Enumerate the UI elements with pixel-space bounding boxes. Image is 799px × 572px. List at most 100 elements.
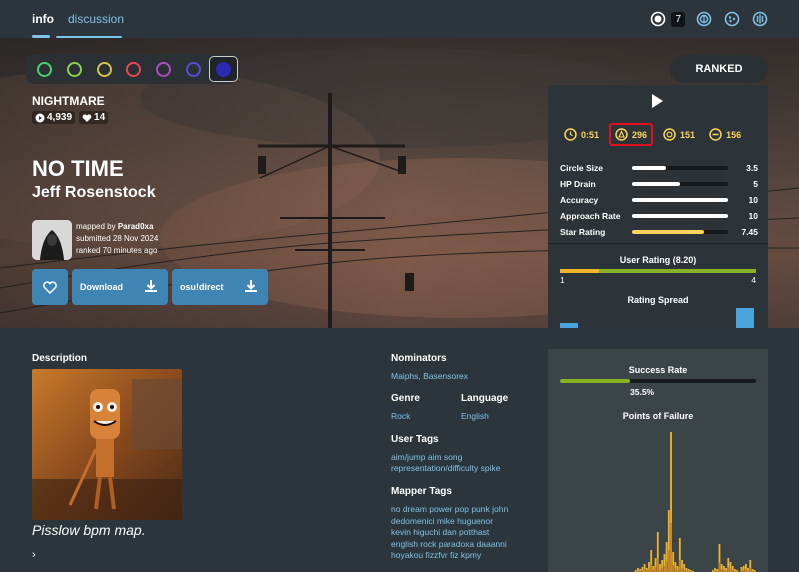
attribute-bar (632, 230, 728, 234)
mapper-tags-line[interactable]: english rock paradoxa daaanni (391, 539, 507, 551)
catch-mode-icon[interactable] (723, 10, 741, 28)
difficulty-icon[interactable] (179, 56, 208, 82)
user-tag[interactable]: aim/jump aim song (391, 452, 462, 464)
user-rating-bar (560, 269, 756, 273)
favourite-count-badge: 14 (79, 111, 109, 124)
description-heading: Description (32, 353, 88, 364)
attribute-value: 5 (753, 179, 758, 189)
exit-bar (670, 523, 672, 572)
difficulty-icon[interactable] (149, 56, 178, 82)
difficulty-circle-icon (126, 61, 142, 77)
nominators-heading: Nominators (391, 353, 447, 364)
play-count: 4,939 (47, 112, 73, 123)
osu-mode-count-badge: 7 (671, 11, 685, 27)
osudirect-button[interactable]: osu!direct (172, 269, 268, 305)
status-badge: RANKED (670, 55, 768, 83)
description-text: Pisslow bpm map. (32, 522, 146, 538)
exit-bar (729, 568, 732, 572)
submitted-date: submitted 28 Nov 2024 (76, 234, 159, 243)
success-rate-panel: Success Rate 35.5% Points of Failure (548, 349, 768, 572)
attribute-bar-fill (632, 198, 728, 202)
attribute-bar (632, 182, 728, 186)
exit-bar (678, 560, 681, 572)
exit-bar (663, 565, 666, 572)
exit-bar (656, 558, 659, 572)
user-rating-negative-fill (560, 269, 600, 273)
difficulty-circle-icon (216, 61, 232, 77)
genre-value[interactable]: Rock (391, 411, 410, 423)
description-image (32, 369, 182, 520)
beatmap-title: NO TIME (32, 156, 124, 181)
beatmap-artist[interactable]: Jeff Rosenstock (32, 184, 156, 202)
attribute-row: Approach Rate 10 (560, 209, 760, 223)
attribute-bar (632, 198, 728, 202)
exit-bar (654, 567, 657, 572)
length-value: 0:51 (581, 129, 600, 140)
play-count-badge: 4,939 (32, 111, 76, 124)
osudirect-label: osu!direct (180, 282, 224, 292)
user-rating-title: User Rating (8.20) (619, 255, 697, 265)
download-icon (145, 280, 157, 292)
difficulty-circle-icon (96, 61, 112, 77)
attribute-row: Circle Size 3.5 (560, 161, 760, 175)
rating-spread-title: Rating Spread (627, 295, 689, 305)
mapper-tags-heading: Mapper Tags (391, 486, 452, 497)
mapper-tags-line[interactable]: dedomenici mike huguenor (391, 516, 493, 528)
download-button[interactable]: Download (72, 269, 168, 305)
difficulty-circle-icon (156, 61, 172, 77)
difficulty-selector (26, 54, 238, 84)
difficulty-icon[interactable] (90, 56, 119, 82)
user-tag[interactable]: representation/difficulty spike (391, 463, 500, 475)
play-count-icon (35, 113, 45, 122)
show-more-chevron-icon[interactable]: › (32, 549, 36, 561)
tab-info[interactable]: info (32, 12, 54, 26)
attribute-label: Star Rating (560, 227, 606, 237)
user-rating-negative-count: 1 (560, 275, 565, 285)
exit-bar (672, 565, 675, 572)
beatmap-counts: 4,939 14 (32, 111, 109, 124)
exit-bar (718, 562, 721, 572)
language-value[interactable]: English (461, 411, 489, 423)
description-artwork (32, 369, 182, 520)
exit-bar (661, 567, 664, 572)
mapper-avatar[interactable] (32, 220, 72, 260)
mania-mode-icon[interactable] (751, 10, 769, 28)
beatmap-meta-row: 0:51 296 151 156 (560, 123, 760, 146)
attribute-value: 10 (748, 211, 758, 221)
exit-bar (648, 568, 650, 572)
heart-icon (82, 113, 92, 122)
success-rate-fill (560, 379, 630, 383)
slider-count-icon (709, 128, 722, 141)
difficulty-icon[interactable] (60, 56, 89, 82)
mapped-by-label: mapped by (76, 222, 116, 231)
mapper-tags-line[interactable]: no dream power pop punk john (391, 504, 508, 516)
rating-spread-bar-high (736, 308, 754, 328)
nominators-list[interactable]: Maiphs, Basensorex (391, 371, 468, 383)
mapper-link[interactable]: Parad0xa (118, 222, 154, 231)
favourite-button[interactable] (32, 269, 68, 305)
attribute-row: HP Drain 5 (560, 177, 760, 191)
osu-mode-icon[interactable] (649, 10, 667, 28)
attribute-label: Accuracy (560, 195, 599, 205)
attribute-row: Accuracy 10 (560, 193, 760, 207)
attribute-bar-fill (632, 230, 704, 234)
slider-count-stat: 156 (705, 125, 745, 144)
tab-discussion[interactable]: discussion (68, 12, 124, 26)
mapper-tags-line[interactable]: kevin higuchi dan potthast (391, 527, 489, 539)
language-heading: Language (461, 393, 509, 404)
attribute-value: 10 (748, 195, 758, 205)
difficulty-icon[interactable] (120, 56, 149, 82)
user-tags-heading: User Tags (391, 434, 439, 445)
taiko-mode-icon[interactable] (695, 10, 713, 28)
mapper-tags-line[interactable]: hoyakou fizzfvr fiz kpmy (391, 550, 481, 562)
play-preview-icon[interactable] (649, 93, 665, 109)
download-label: Download (80, 282, 123, 292)
mapper-info: mapped by Parad0xa submitted 28 Nov 2024… (76, 221, 158, 257)
difficulty-icon[interactable] (30, 56, 59, 82)
difficulty-name: NIGHTMARE (32, 94, 105, 108)
difficulty-icon[interactable] (209, 56, 238, 82)
exit-bar (749, 567, 752, 572)
genre-heading: Genre (391, 393, 420, 404)
exit-bar (674, 568, 677, 572)
difficulty-circle-icon (36, 61, 52, 77)
